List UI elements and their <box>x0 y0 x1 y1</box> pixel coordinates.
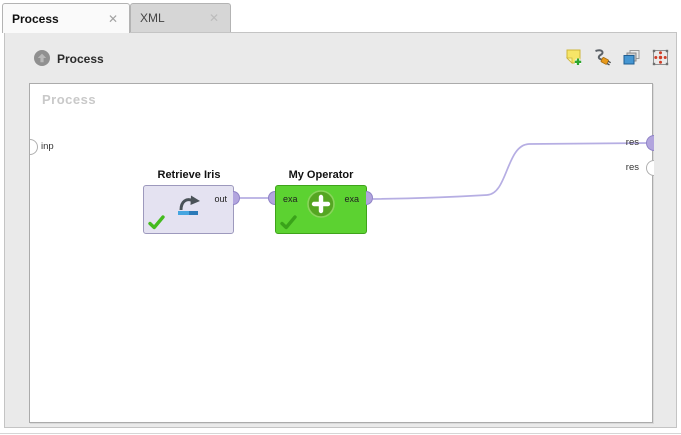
operator-title-my-operator: My Operator <box>261 169 381 181</box>
tab-xml-label: XML <box>131 11 165 25</box>
operator-retrieve-iris[interactable]: out <box>143 185 234 234</box>
plus-circle-icon <box>306 189 336 219</box>
port-label-inp: inp <box>41 141 54 152</box>
canvas-toolbar <box>564 48 670 67</box>
add-note-icon[interactable] <box>564 48 583 67</box>
close-icon[interactable]: ✕ <box>108 13 118 25</box>
process-canvas[interactable]: Process inp res res Retrieve Iris out <box>29 83 653 423</box>
port-label-exa-in: exa <box>283 194 298 204</box>
operator-my-operator[interactable]: exa exa <box>275 185 367 234</box>
connections-layer <box>30 84 654 424</box>
process-panel: Process <box>4 32 677 428</box>
status-ok-check-icon <box>280 215 297 230</box>
fit-view-icon[interactable] <box>651 48 670 67</box>
process-up-circle-icon[interactable] <box>34 50 50 66</box>
tab-xml[interactable]: XML ✕ <box>130 3 231 32</box>
tab-process-label: Process <box>3 12 59 26</box>
operator-title-retrieve-iris: Retrieve Iris <box>129 169 249 181</box>
port-label-res-1: res <box>626 137 639 148</box>
port-label-exa-out: exa <box>344 194 359 204</box>
bring-to-front-icon[interactable] <box>622 48 641 67</box>
port-label-out: out <box>214 194 227 204</box>
plug-connections-icon[interactable] <box>593 48 612 67</box>
tab-process[interactable]: Process ✕ <box>2 3 130 33</box>
retrieve-arrow-icon <box>170 189 206 219</box>
port-label-res-2: res <box>626 162 639 173</box>
connection-myoperator-to-result[interactable] <box>373 143 647 199</box>
status-ok-check-icon <box>148 215 165 230</box>
process-editor-window: Process ✕ XML ✕ Process <box>0 0 681 435</box>
panel-title: Process <box>57 52 104 66</box>
panel-header: Process <box>5 33 676 83</box>
window-bottom-edge <box>0 433 681 434</box>
close-icon[interactable]: ✕ <box>209 12 219 24</box>
my-operator-in-port[interactable] <box>268 191 275 205</box>
